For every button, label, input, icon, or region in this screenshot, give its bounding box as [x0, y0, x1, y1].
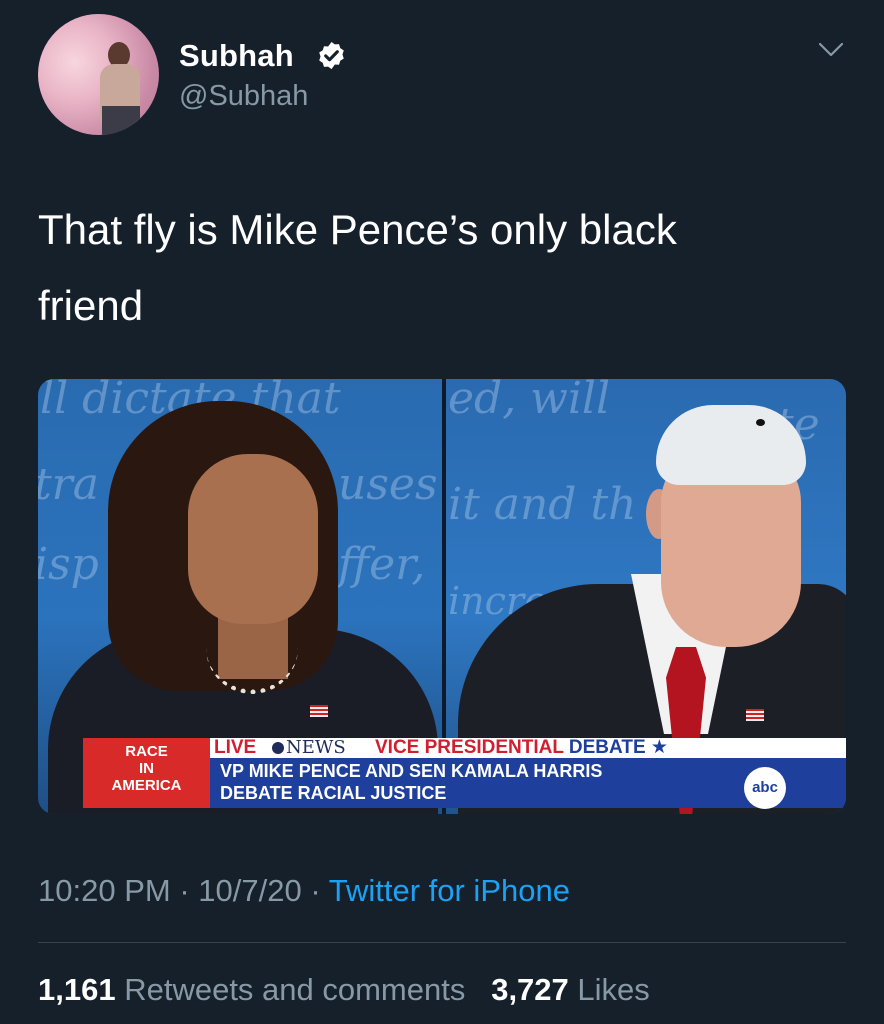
- race-in-america-badge: RACE IN AMERICA: [83, 738, 210, 808]
- live-label: LIVE: [214, 737, 257, 758]
- tweet-date[interactable]: 10/7/20: [198, 873, 301, 908]
- chyron-subline-2: DEBATE RACIAL JUSTICE: [220, 783, 447, 803]
- abc-logo-icon: abc: [744, 767, 786, 809]
- meta-separator: ·: [310, 873, 321, 908]
- abc-eye-icon: [272, 742, 284, 754]
- tweet-metadata: 10:20 PM · 10/7/20 · Twitter for iPhone: [38, 873, 570, 909]
- race-label-line-3: AMERICA: [111, 777, 182, 794]
- race-label-line-2: IN: [139, 760, 154, 777]
- news-label-text: NEWS: [286, 737, 346, 758]
- display-name[interactable]: Subhah: [179, 38, 294, 74]
- chyron-headline: VICE PRESIDENTIAL DEBATE ★: [375, 738, 668, 758]
- tweet-time[interactable]: 10:20 PM: [38, 873, 171, 908]
- retweets-stat[interactable]: 1,161 Retweets and comments: [38, 972, 465, 1007]
- flag-pin-icon: [310, 705, 328, 717]
- background-script-text: uses: [338, 459, 438, 510]
- background-script-text: tra: [38, 459, 99, 510]
- likes-label: Likes: [577, 972, 650, 1007]
- news-label: NEWS: [272, 738, 346, 758]
- background-script-text: isp: [38, 539, 99, 590]
- race-label-line-1: RACE: [125, 743, 168, 760]
- background-script-text: ed, will: [448, 379, 611, 424]
- tweet-text-line-2: friend: [38, 282, 144, 329]
- tweet-source-link[interactable]: Twitter for iPhone: [329, 873, 570, 908]
- avatar-figure-skirt: [102, 106, 140, 135]
- star-icon: ★: [645, 737, 668, 758]
- background-script-text: ffer,: [338, 539, 426, 590]
- divider: [38, 942, 846, 943]
- chyron-headline-part-2: DEBATE: [568, 737, 646, 758]
- chevron-down-icon[interactable]: [818, 42, 844, 58]
- background-script-text: it and th: [448, 479, 637, 530]
- user-handle[interactable]: @Subhah: [179, 80, 308, 113]
- chyron-headline-part-1: VICE PRESIDENTIAL: [375, 737, 569, 758]
- verified-badge-icon: [319, 41, 344, 70]
- tweet-text: That fly is Mike Pence’s only black frie…: [38, 192, 838, 344]
- retweets-count: 1,161: [38, 972, 116, 1007]
- person-right-hair: [656, 405, 806, 485]
- avatar[interactable]: [38, 14, 159, 135]
- tweet-media[interactable]: ll dictate that tra uses isp ffer, ed, w…: [38, 379, 846, 814]
- meta-separator: ·: [179, 873, 190, 908]
- retweets-label: Retweets and comments: [124, 972, 466, 1007]
- likes-count: 3,727: [491, 972, 569, 1007]
- chyron-subline-1: VP MIKE PENCE AND SEN KAMALA HARRIS: [220, 761, 603, 781]
- flag-pin-icon: [746, 709, 764, 721]
- fly-icon: [756, 419, 765, 426]
- likes-stat[interactable]: 3,727 Likes: [491, 972, 650, 1007]
- tweet-stats: 1,161 Retweets and comments 3,727 Likes: [38, 972, 650, 1008]
- tweet-text-line-1: That fly is Mike Pence’s only black: [38, 206, 677, 253]
- person-left-face: [188, 454, 318, 624]
